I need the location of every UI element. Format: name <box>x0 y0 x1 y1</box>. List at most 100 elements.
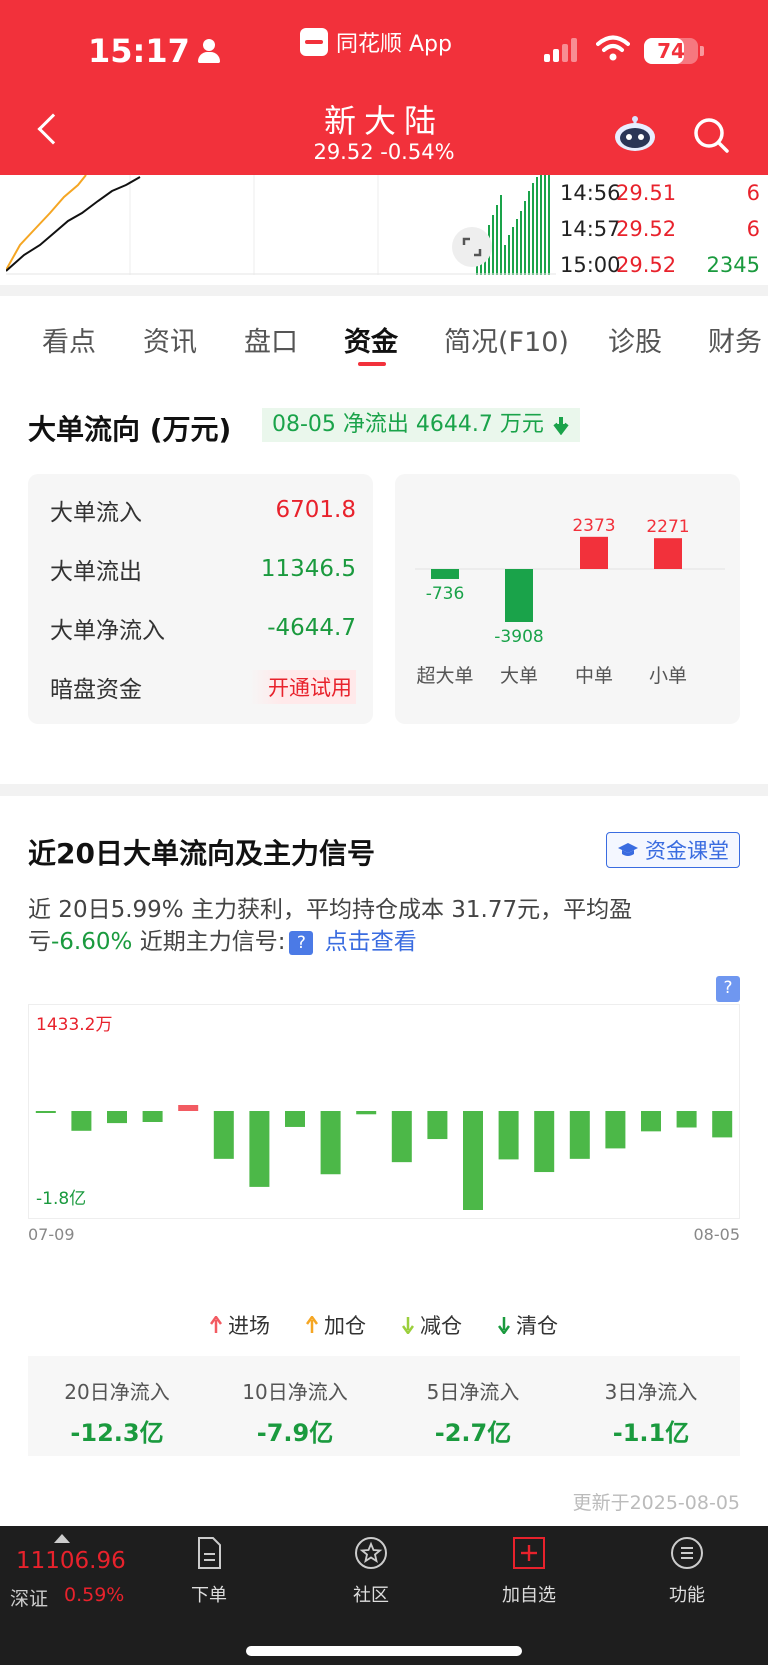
legend-entry: 加仓 <box>306 1310 366 1340</box>
tab-funds[interactable]: 资金 <box>344 320 398 359</box>
y-min-label: -1.8亿 <box>36 1189 86 1209</box>
arrow-up-icon <box>210 1316 222 1333</box>
chart-help-icon[interactable]: ? <box>716 976 740 1002</box>
order-size-value-label: 2271 <box>646 517 689 537</box>
nav-functions[interactable]: 功能 <box>642 1536 732 1607</box>
arrow-down-icon <box>402 1317 414 1334</box>
index-name: 深证 <box>10 1588 49 1610</box>
clock: 15:17 <box>88 32 190 70</box>
search-icon[interactable] <box>692 116 730 154</box>
funds-course-label: 资金课堂 <box>645 839 729 863</box>
daily-flow-bar <box>498 1111 519 1160</box>
big-order-title: 大单流向 (万元) <box>28 413 232 446</box>
graduation-cap-icon <box>618 843 638 856</box>
person-icon <box>197 39 220 63</box>
daily-flow-bar <box>463 1111 483 1210</box>
flow-row-inflow: 大单流入 6701.8 <box>50 497 356 526</box>
index-expand-icon[interactable] <box>54 1534 70 1543</box>
document-icon <box>198 1537 221 1569</box>
order-size-chart-card: -736 超大单 -3908 大单 2373 中单 2271 小单 <box>395 474 740 724</box>
tick-list: 14:56 29.51 6 14:57 29.52 6 15:00 29.52 … <box>560 175 760 283</box>
tab-financials[interactable]: 财务 <box>708 320 762 359</box>
order-size-category-label: 超大单 <box>416 665 473 687</box>
daily-flow-bar <box>534 1111 555 1173</box>
daily-flow-bar <box>320 1111 341 1175</box>
detail-tabs: 看点 资讯 盘口 资金 简况(F10) 诊股 财务 <box>0 296 768 372</box>
flow-row-net: 大单净流入 -4644.7 <box>50 615 356 644</box>
daily-flow-bar <box>249 1111 270 1187</box>
daily-flow-bar <box>641 1111 661 1132</box>
daily-flow-bar <box>35 1111 56 1113</box>
stat-5d: 5日净流入 -2.7亿 <box>426 1380 520 1447</box>
app-switch-badge[interactable]: 同花顺 App <box>300 26 452 58</box>
order-size-category-label: 大单 <box>500 665 538 687</box>
daily-flow-bar <box>213 1111 234 1159</box>
order-size-value-label: 2373 <box>572 516 615 536</box>
order-size-bar <box>580 536 608 569</box>
daily-flow-bar <box>676 1111 697 1128</box>
signal-help-icon[interactable]: ? <box>289 930 314 955</box>
update-timestamp: 更新于2025-08-05 <box>572 1492 740 1514</box>
legend-entry: 进场 <box>210 1310 270 1340</box>
expand-icon <box>462 237 482 257</box>
funds-course-button[interactable]: 资金课堂 <box>606 832 740 868</box>
intraday-strip: 14:56 29.51 6 14:57 29.52 6 15:00 29.52 … <box>0 175 768 285</box>
net-outflow-badge: 08-05 净流出 4644.7 万元 <box>262 408 580 442</box>
trial-button[interactable]: 开通试用 <box>250 670 356 704</box>
daily-flow-bar <box>427 1111 448 1140</box>
daily-flow-bar <box>142 1111 163 1122</box>
app-label: 同花顺 App <box>336 32 452 57</box>
tab-highlights[interactable]: 看点 <box>42 320 96 359</box>
net-outflow-text: 08-05 净流出 4644.7 万元 <box>272 412 544 437</box>
menu-circle-icon <box>671 1537 703 1569</box>
community-star-icon <box>355 1537 387 1569</box>
daily-flow-bar <box>569 1111 590 1159</box>
tick-row: 14:56 29.51 6 <box>560 181 760 205</box>
nav-place-order[interactable]: 下单 <box>164 1536 254 1607</box>
tab-diagnosis[interactable]: 诊股 <box>608 320 662 359</box>
daily-flow-bar <box>178 1105 199 1111</box>
daily-flow-bar <box>605 1111 626 1149</box>
tab-news[interactable]: 资讯 <box>143 320 197 359</box>
stat-20d: 20日净流入 -12.3亿 <box>64 1380 170 1447</box>
x-start-label: 07-09 <box>28 1225 75 1244</box>
daily-flow-bar <box>712 1111 733 1138</box>
battery-level: 74 <box>657 39 685 63</box>
index-change: 0.59% <box>64 1584 125 1606</box>
wifi-icon <box>596 35 630 61</box>
nav-add-watchlist[interactable]: 加自选 <box>484 1536 574 1607</box>
expand-chart-button[interactable] <box>452 227 492 267</box>
main-force-summary: 近 20日5.99% 主力获利，平均持仓成本 31.77元，平均盈亏-6.60%… <box>28 897 633 955</box>
add-square-icon <box>513 1537 545 1569</box>
robot-assistant-icon[interactable] <box>614 116 656 152</box>
daily-flow-bar <box>71 1111 92 1131</box>
daily-flow-bar <box>107 1111 127 1124</box>
tab-orderbook[interactable]: 盘口 <box>244 320 298 359</box>
arrow-down-icon <box>498 1317 510 1334</box>
nav-community[interactable]: 社区 <box>326 1536 416 1607</box>
order-size-bar-chart: -736 超大单 -3908 大单 2373 中单 2271 小单 <box>415 516 725 687</box>
twenty-day-flow-chart[interactable]: 1433.2万 -1.8亿 07-09 08-05 <box>28 1004 740 1284</box>
daily-flow-bar <box>285 1111 305 1127</box>
signal-icon <box>544 38 577 62</box>
net-inflow-stats: 20日净流入 -12.3亿 10日净流入 -7.9亿 5日净流入 -2.7亿 3… <box>28 1356 740 1456</box>
index-value[interactable]: 11106.96 <box>16 1548 126 1574</box>
bottom-bar: 11106.96 深证 0.59% 下单 社区 加自选 功能 <box>0 1526 768 1665</box>
view-signal-link[interactable]: 点击查看 <box>325 929 417 955</box>
down-arrow-icon <box>553 417 569 435</box>
home-indicator <box>246 1646 522 1656</box>
flow-row-dark-pool: 暗盘资金 开通试用 <box>50 667 356 707</box>
order-size-bar <box>505 569 533 622</box>
tick-row: 15:00 29.52 2345 <box>560 253 760 277</box>
order-size-bar <box>431 569 459 579</box>
tick-row: 14:57 29.52 6 <box>560 217 760 241</box>
intraday-mini-chart[interactable] <box>6 175 502 275</box>
order-size-bar <box>654 538 682 569</box>
chart-frame <box>28 1004 740 1219</box>
tab-profile-f10[interactable]: 简况(F10) <box>444 320 569 359</box>
header: 15:17 同花顺 App 74 新大陆 29.52 -0.54% <box>0 0 768 175</box>
app-logo-icon <box>300 28 328 56</box>
big-order-section: 大单流向 (万元) 08-05 净流出 4644.7 万元 大单流入 6701.… <box>0 372 768 784</box>
flow-row-outflow: 大单流出 11346.5 <box>50 556 356 585</box>
stat-10d: 10日净流入 -7.9亿 <box>242 1380 348 1447</box>
